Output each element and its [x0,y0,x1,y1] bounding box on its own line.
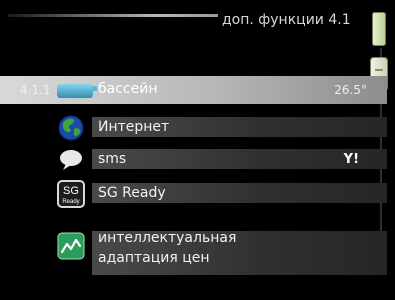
menu-item-smart-price-adaptation[interactable]: интеллектуальная адаптация цен [0,226,395,275]
page-title: доп. функции 4.1 [222,12,351,28]
header-divider [8,14,218,17]
menu-item-sg-ready[interactable]: SG Ready SG Ready [0,178,395,210]
speech-bubble-icon [60,150,82,170]
sg-ready-icon-bottom: Ready [62,199,79,205]
menu-item-label: SG Ready [98,185,166,201]
sg-ready-icon: SG Ready [57,180,85,208]
scrollbar-top-thumb[interactable] [372,12,386,46]
menu-item-sms[interactable]: sms Y! [0,144,395,176]
menu-item-label: sms [98,151,127,167]
menu-item-label-line2: адаптация цен [98,250,210,266]
price-chart-icon [57,232,85,260]
pool-temperature-value: 26.5° [334,83,367,97]
menu-item-label: Интернет [98,119,170,135]
menu-item-label: интеллектуальная адаптация цен [98,228,236,268]
signal-icon: Y! [343,152,359,167]
menu-item-code: 4.1.1 [20,83,51,97]
menu-item-label: бассейн [98,81,158,97]
pool-icon [57,84,97,98]
menu-item-label-line1: интеллектуальная [98,230,237,246]
screen: доп. функции 4.1 4.1.1 бассейн 26.5° Инт… [0,0,395,300]
globe-icon [58,115,84,141]
menu-item-pool[interactable]: 4.1.1 бассейн 26.5° [0,76,395,108]
menu-item-internet[interactable]: Интернет [0,112,395,144]
sg-ready-icon-top: SG [63,185,79,197]
